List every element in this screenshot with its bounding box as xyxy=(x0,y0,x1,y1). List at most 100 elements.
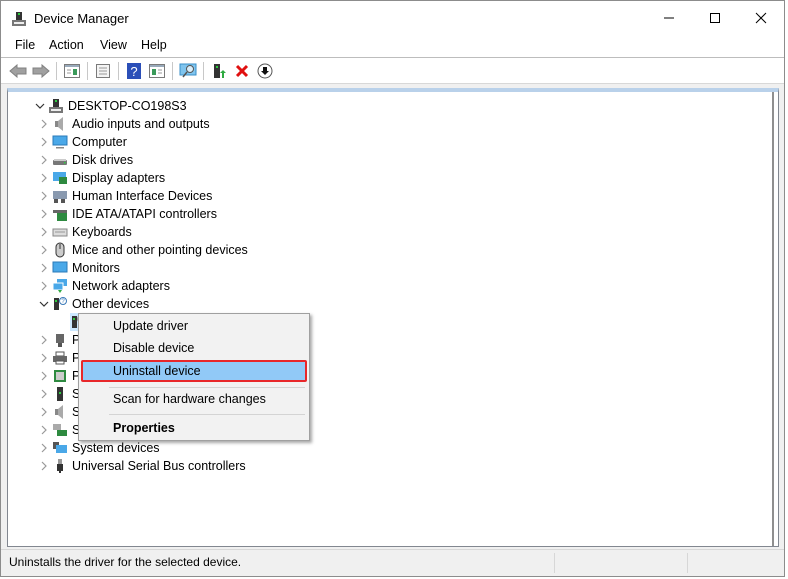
tree-category[interactable]: System devices xyxy=(36,439,160,457)
tree-category[interactable]: S xyxy=(36,421,80,439)
display-adapter-icon xyxy=(53,172,67,184)
chevron-right-icon[interactable] xyxy=(36,133,52,151)
tree-item-label: Human Interface Devices xyxy=(72,189,213,203)
tree-category[interactable]: Mice and other pointing devices xyxy=(36,241,248,259)
menu-separator xyxy=(109,414,305,415)
menu-update-driver[interactable]: Update driver xyxy=(79,315,309,337)
chevron-right-icon[interactable] xyxy=(36,241,52,259)
update-driver-button[interactable] xyxy=(209,61,229,81)
tree-item-label: Universal Serial Bus controllers xyxy=(72,459,246,473)
scan-hardware-icon xyxy=(179,63,197,78)
tree-item-label: Monitors xyxy=(72,261,120,275)
console-tree-button[interactable] xyxy=(62,61,82,81)
audio-icon xyxy=(55,117,63,131)
svg-text:?: ? xyxy=(130,64,137,79)
root-label: DESKTOP-CO198S3 xyxy=(68,99,187,113)
chevron-down-icon[interactable] xyxy=(36,295,52,313)
tree-item-label: Other devices xyxy=(72,297,150,311)
tree-item-label: System devices xyxy=(72,441,160,455)
forward-button[interactable] xyxy=(31,61,51,81)
disable-device-icon xyxy=(257,63,273,79)
chevron-right-icon[interactable] xyxy=(36,223,52,241)
uninstall-icon xyxy=(235,64,249,78)
monitor-icon xyxy=(52,261,68,273)
show-hide-console-tree-icon xyxy=(64,64,80,78)
menu-help[interactable]: Help xyxy=(141,38,167,52)
chevron-right-icon[interactable] xyxy=(36,439,52,457)
window-title: Device Manager xyxy=(34,11,129,26)
status-divider xyxy=(554,553,555,573)
chevron-right-icon[interactable] xyxy=(36,349,52,367)
chevron-right-icon[interactable] xyxy=(36,115,52,133)
tree-root[interactable]: DESKTOP-CO198S3 xyxy=(32,97,187,115)
show-action-pane-icon xyxy=(149,64,165,78)
chevron-down-icon[interactable] xyxy=(32,97,48,115)
tree-category[interactable]: Monitors xyxy=(36,259,120,277)
tree-category[interactable]: Keyboards xyxy=(36,223,132,241)
menu-properties[interactable]: Properties xyxy=(79,417,309,439)
scan-hardware-button[interactable] xyxy=(178,61,198,81)
tree-category[interactable]: Human Interface Devices xyxy=(36,187,212,205)
tree-category[interactable]: S xyxy=(36,385,80,403)
toolbar-separator xyxy=(118,62,119,80)
disable-device-button[interactable] xyxy=(255,61,275,81)
system-devices-icon xyxy=(53,442,67,453)
chevron-right-icon[interactable] xyxy=(36,367,52,385)
device-manager-icon xyxy=(12,12,26,26)
minimize-button[interactable] xyxy=(646,1,692,35)
chevron-right-icon[interactable] xyxy=(36,277,52,295)
tree-category[interactable]: P xyxy=(36,367,80,385)
help-icon: ? xyxy=(127,63,141,79)
menu-scan-hardware[interactable]: Scan for hardware changes xyxy=(79,388,309,410)
tree-category[interactable]: Computer xyxy=(36,133,127,151)
maximize-icon xyxy=(710,13,720,23)
tree-category[interactable]: Disk drives xyxy=(36,151,133,169)
tree-category[interactable]: Display adapters xyxy=(36,169,165,187)
status-text: Uninstalls the driver for the selected d… xyxy=(9,555,242,569)
computer-icon xyxy=(52,135,68,149)
menu-bar: File Action View Help xyxy=(1,35,784,57)
menu-disable-device[interactable]: Disable device xyxy=(79,337,309,359)
status-divider xyxy=(687,553,688,573)
computer-root-icon xyxy=(49,99,63,113)
usb-icon xyxy=(57,459,63,473)
close-button[interactable] xyxy=(738,1,784,35)
chevron-right-icon[interactable] xyxy=(36,385,52,403)
tree-category[interactable]: S xyxy=(36,403,80,421)
chevron-right-icon[interactable] xyxy=(36,205,52,223)
tree-category[interactable]: Network adapters xyxy=(36,277,170,295)
properties-button[interactable] xyxy=(93,61,113,81)
maximize-button[interactable] xyxy=(692,1,738,35)
properties-icon xyxy=(96,64,110,78)
chevron-right-icon[interactable] xyxy=(36,457,52,475)
tree-category[interactable]: P xyxy=(36,349,80,367)
tree-category[interactable]: P xyxy=(36,331,80,349)
menu-view[interactable]: View xyxy=(100,38,127,52)
ide-controller-icon xyxy=(53,210,67,221)
tree-item-label: Network adapters xyxy=(72,279,170,293)
action-pane-button[interactable] xyxy=(147,61,167,81)
uninstall-button[interactable] xyxy=(232,61,252,81)
sound-icon xyxy=(55,405,63,419)
chevron-right-icon[interactable] xyxy=(36,421,52,439)
menu-uninstall-device[interactable]: Uninstall device xyxy=(79,360,309,382)
menu-action[interactable]: Action xyxy=(49,38,84,52)
software-device-icon xyxy=(57,387,63,401)
chevron-right-icon[interactable] xyxy=(36,403,52,421)
tree-category[interactable]: Universal Serial Bus controllers xyxy=(36,457,246,475)
update-driver-icon xyxy=(214,64,226,78)
chevron-right-icon[interactable] xyxy=(36,169,52,187)
tree-item-label: Display adapters xyxy=(72,171,166,185)
chevron-right-icon[interactable] xyxy=(36,259,52,277)
chevron-right-icon[interactable] xyxy=(36,187,52,205)
chevron-right-icon[interactable] xyxy=(36,151,52,169)
help-button[interactable]: ? xyxy=(124,61,144,81)
chevron-right-icon[interactable] xyxy=(36,331,52,349)
back-button[interactable] xyxy=(8,61,28,81)
tree-category[interactable]: Audio inputs and outputs xyxy=(36,115,210,133)
back-icon xyxy=(9,64,27,78)
tree-category[interactable]: ? Other devices xyxy=(36,295,149,313)
mouse-icon xyxy=(55,242,65,258)
menu-file[interactable]: File xyxy=(15,38,35,52)
tree-category[interactable]: IDE ATA/ATAPI controllers xyxy=(36,205,217,223)
